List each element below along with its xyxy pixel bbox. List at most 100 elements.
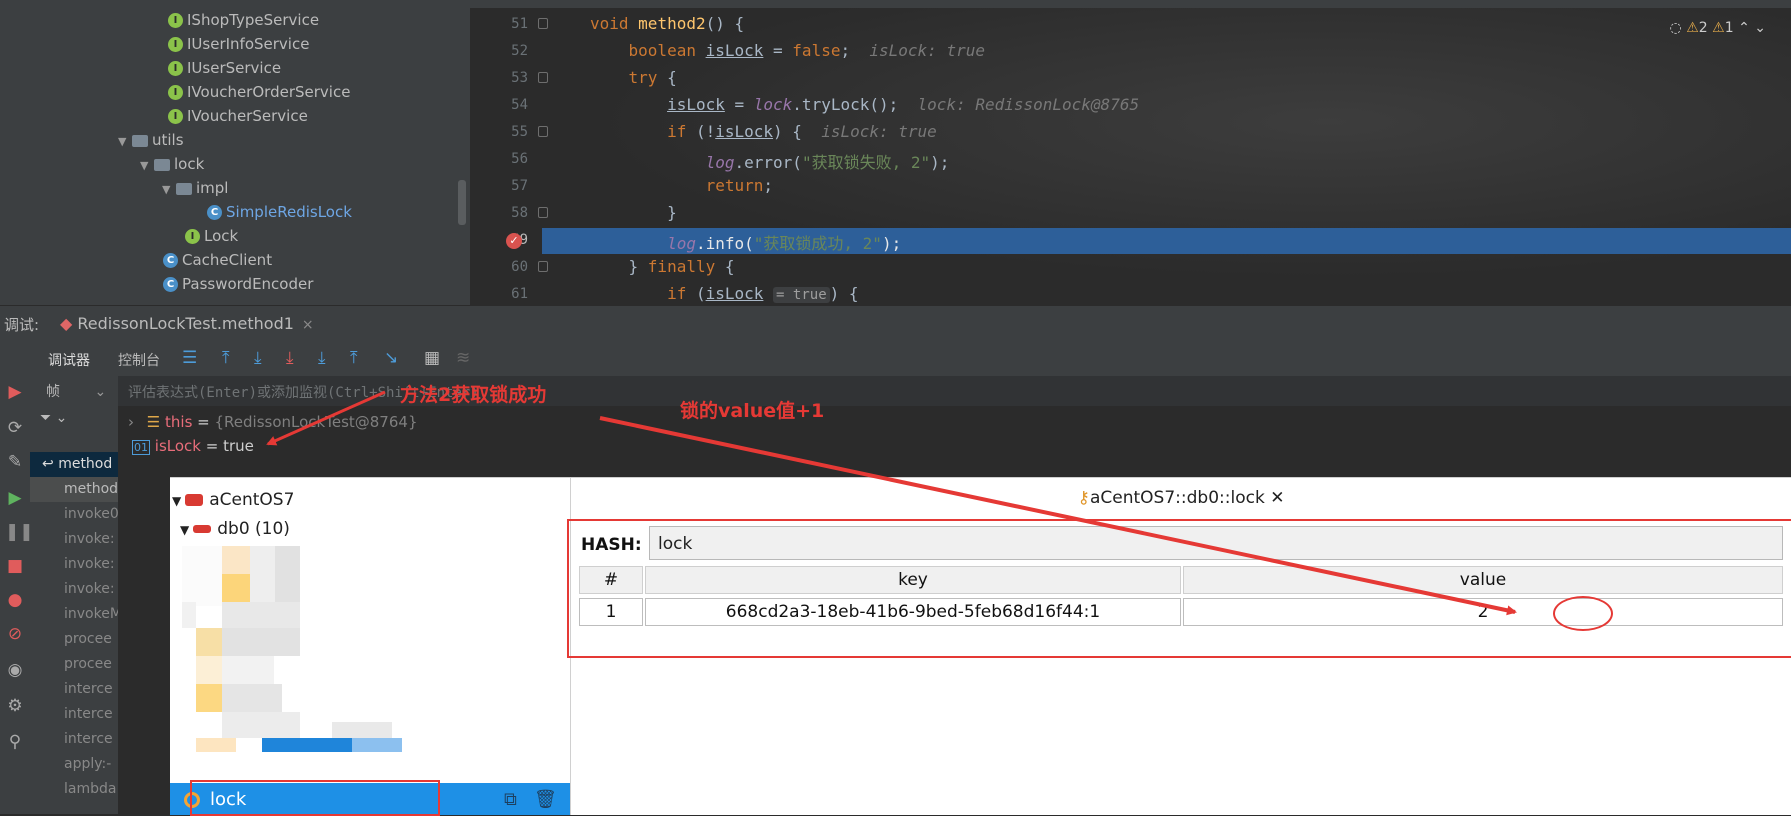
close-icon[interactable]: ✕ — [1270, 488, 1284, 508]
chevron-right-icon[interactable]: › — [128, 413, 134, 431]
trace-icon[interactable]: ≋ — [456, 348, 470, 368]
eye-crossed-icon[interactable]: ◌ — [1670, 20, 1682, 36]
fold-marker-icon[interactable] — [538, 72, 548, 83]
resume-icon[interactable]: ▶ — [5, 488, 25, 508]
code-editor[interactable]: 51 52 53 54 55 56 57 58 59 60 61 ✓ void … — [470, 0, 1791, 305]
stop-icon[interactable]: ■ — [5, 556, 25, 576]
chevron-down-icon[interactable]: ▼ — [162, 178, 176, 202]
evaluate-table-icon[interactable]: ▦ — [424, 348, 440, 368]
interface-icon: I — [168, 85, 183, 100]
tab-console[interactable]: 控制台 — [118, 350, 160, 370]
frame-item[interactable]: procee — [30, 627, 118, 652]
tree-item-impl[interactable]: ▼ impl — [162, 176, 228, 200]
code-line: if (!isLock) { isLock: true — [667, 122, 937, 141]
column-header-value[interactable]: value — [1183, 566, 1783, 594]
database-icon — [193, 525, 212, 533]
tree-item-cacheclient[interactable]: C CacheClient — [163, 248, 272, 272]
fold-marker-icon[interactable] — [538, 207, 548, 218]
settings-cycle-icon[interactable]: ⟳ — [5, 418, 25, 438]
interface-icon: I — [168, 37, 183, 52]
frame-item[interactable]: invoke: — [30, 527, 118, 552]
key-name-field[interactable]: lock — [649, 526, 1783, 560]
chevron-down-icon[interactable]: ▼ — [140, 154, 154, 178]
force-step-into-icon[interactable]: ⤓ — [318, 348, 326, 368]
wrench-icon[interactable]: ✎ — [5, 452, 25, 472]
frame-item[interactable]: lambda — [30, 777, 118, 802]
table-cell-value[interactable]: 2 — [1183, 598, 1783, 626]
fold-marker-icon[interactable] — [538, 261, 548, 272]
frame-item[interactable]: invoke: — [30, 577, 118, 602]
frame-item[interactable]: interce — [30, 702, 118, 727]
tab-debugger[interactable]: 调试器 — [48, 350, 90, 370]
pause-icon[interactable]: ❚❚ — [5, 522, 34, 542]
layout-menu-icon[interactable]: ☰ — [182, 348, 197, 368]
tree-item-lock[interactable]: ▼ lock — [140, 152, 204, 176]
key-tab[interactable]: ⚷aCentOS7::db0::lock ✕ — [571, 488, 1791, 508]
debug-toolbar: 调试器 控制台 ☰ ⤒ ⤓ ⤓ ⤓ ⤒ ↘ ▦ ≋ — [0, 340, 1791, 376]
chevron-down-icon[interactable]: ⌄ — [94, 384, 106, 400]
breakpoint-icon[interactable]: ✓ — [506, 233, 522, 249]
frame-item[interactable]: procee — [30, 652, 118, 677]
chevron-down-icon[interactable]: ⌄ — [1754, 20, 1766, 36]
frames-dropdown[interactable]: 帧 ⌄ — [46, 381, 106, 401]
frame-item[interactable]: invoke: — [30, 552, 118, 577]
tree-item-lock-interface[interactable]: I Lock — [185, 224, 238, 248]
filter-icon[interactable]: ⏷ ⌄ — [40, 410, 67, 426]
frame-item[interactable]: apply:- — [30, 752, 118, 777]
line-number: 55 — [511, 124, 528, 140]
close-icon[interactable]: × — [302, 317, 314, 333]
connection-item[interactable]: ▼ aCentOS7 — [172, 490, 294, 510]
class-icon: C — [207, 205, 222, 220]
table-cell-index[interactable]: 1 — [579, 598, 643, 626]
step-out-icon[interactable]: ⤒ — [350, 348, 358, 368]
chevron-down-icon[interactable]: ▼ — [118, 130, 132, 154]
rerun-failed-icon[interactable]: ▶ — [5, 382, 25, 402]
variable-row-islock[interactable]: 01 isLock = true — [132, 437, 254, 455]
fold-marker-icon[interactable] — [538, 126, 548, 137]
run-to-cursor-icon[interactable]: ↘ — [384, 348, 398, 368]
tree-scrollbar[interactable] — [458, 180, 466, 225]
chevron-down-icon[interactable]: ▼ — [180, 523, 189, 537]
show-execution-point-icon[interactable]: ⤒ — [222, 348, 230, 368]
step-into-icon[interactable]: ⤓ — [286, 348, 294, 368]
delete-icon[interactable]: 🗑 — [534, 789, 557, 810]
code-line: isLock = lock.tryLock(); lock: RedissonL… — [667, 95, 1140, 114]
chevron-down-icon[interactable]: ▼ — [172, 494, 181, 508]
column-header-key[interactable]: key — [645, 566, 1181, 594]
tree-item-iuserinfoservice[interactable]: I IUserInfoService — [168, 32, 309, 56]
frame-item[interactable]: invoke0 — [30, 502, 118, 527]
pin-icon[interactable]: ⚲ — [5, 732, 25, 752]
fold-marker-icon[interactable] — [538, 18, 548, 29]
mute-breakpoints-icon[interactable]: ⊘ — [5, 624, 25, 644]
interface-icon: I — [168, 109, 183, 124]
debug-session-tab[interactable]: ◆ RedissonLockTest.method1 × — [60, 314, 314, 333]
chevron-up-icon[interactable]: ⌃ — [1738, 20, 1750, 36]
tree-item-ivoucherservice[interactable]: I IVoucherService — [168, 104, 308, 128]
tree-item-iuserservice[interactable]: I IUserService — [168, 56, 281, 80]
tree-item-ivoucherorderservice[interactable]: I IVoucherOrderService — [168, 80, 350, 104]
table-cell-key[interactable]: 668cd2a3-18eb-41b6-9bed-5feb68d16f44:1 — [645, 598, 1181, 626]
frame-item[interactable]: interce — [30, 677, 118, 702]
step-over-icon[interactable]: ⤓ — [254, 348, 262, 368]
tree-item-utils[interactable]: ▼ utils — [118, 128, 184, 152]
editor-tabs-strip[interactable] — [470, 0, 1791, 8]
camera-icon[interactable]: ◉ — [5, 660, 25, 680]
folder-icon — [132, 134, 148, 147]
gear-icon[interactable]: ⚙ — [5, 696, 25, 716]
tree-item-passwordencoder[interactable]: C PasswordEncoder — [163, 272, 313, 296]
tree-item-ishoptypeservice[interactable]: I IShopTypeService — [168, 8, 319, 32]
variable-row-this[interactable]: › ☰ this = {RedissonLockTest@8764} — [128, 413, 417, 431]
inspection-indicators[interactable]: ◌ ⚠2 ⚠1 ⌃ ⌄ — [1670, 20, 1766, 36]
evaluate-expression-input[interactable]: 评估表达式(Enter)或添加监视(Ctrl+Shift+Enter) — [118, 376, 1791, 407]
tree-item-simpleredislock[interactable]: C SimpleRedisLock — [207, 200, 352, 224]
view-breakpoints-icon[interactable]: ● — [5, 590, 25, 610]
folder-icon — [176, 182, 192, 195]
copy-icon[interactable]: ⧉ — [504, 789, 517, 810]
code-line: try { — [628, 68, 677, 87]
frame-item[interactable]: method — [30, 477, 118, 502]
frame-item[interactable]: ↩ method — [30, 452, 118, 477]
database-item[interactable]: ▼ db0 (10) — [180, 519, 290, 539]
frames-panel: 帧 ⌄ ⏷ ⌄ ↩ method method invoke0 invoke: … — [30, 376, 118, 814]
frame-item[interactable]: invokeM — [30, 602, 118, 627]
frame-item[interactable]: interce — [30, 727, 118, 752]
